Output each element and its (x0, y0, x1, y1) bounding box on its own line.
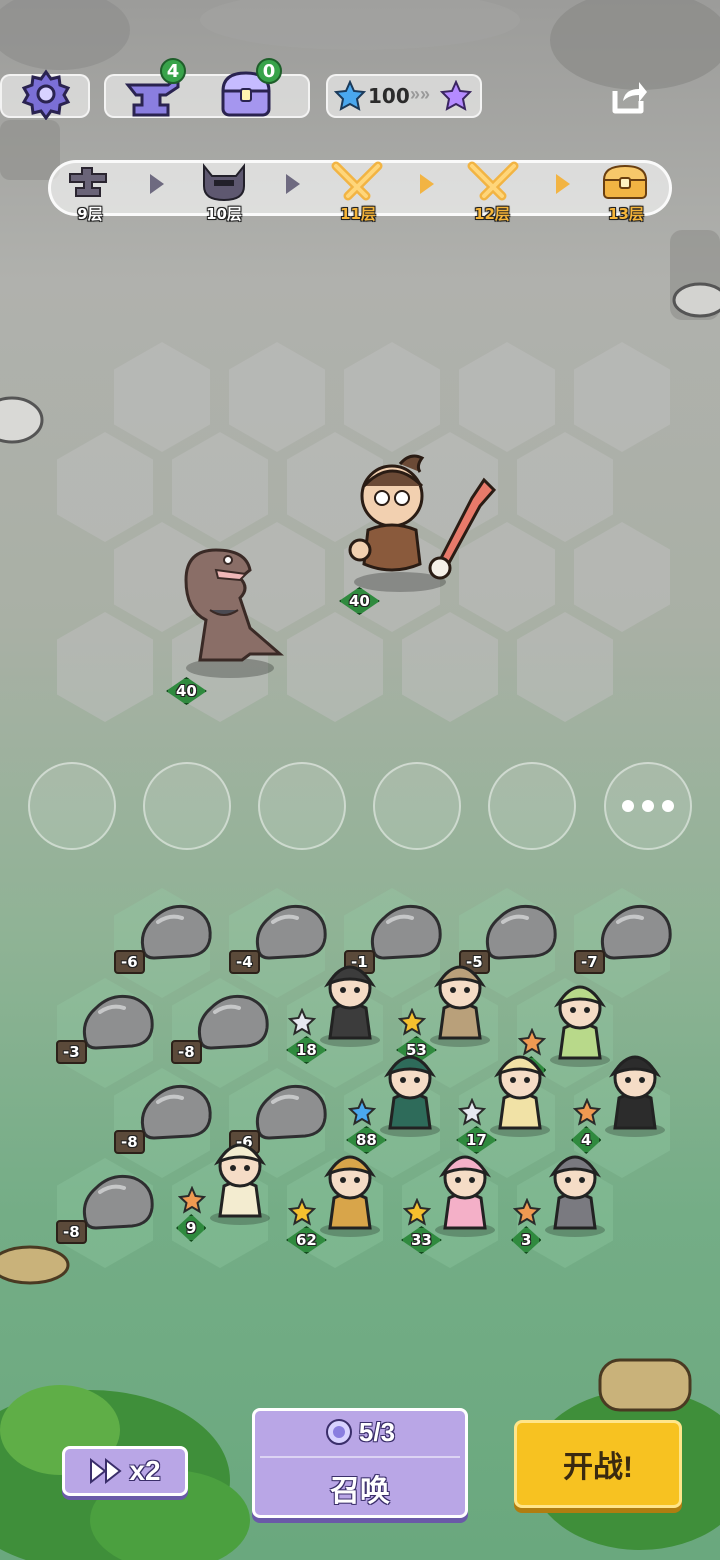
floor-10-helmet-icon (203, 163, 245, 202)
bench-slot[interactable] (143, 762, 231, 850)
arrow-right-icon (556, 174, 570, 194)
speed-button[interactable]: x2 (62, 1446, 188, 1496)
unit-star-icon (288, 1008, 316, 1036)
bench-slot[interactable] (488, 762, 576, 850)
rock-obstacle[interactable] (78, 990, 158, 1060)
unit-star-icon (178, 1186, 206, 1214)
share-icon (612, 82, 647, 114)
unit-star-icon (458, 1098, 486, 1126)
arrows-icon: »» (410, 84, 431, 104)
enemy-caveman[interactable] (340, 450, 500, 595)
blue-star-icon (334, 80, 366, 111)
floor-label-13: 13层 (608, 205, 644, 223)
summon-count: 5/3 (358, 1416, 396, 1447)
unit-star-icon (513, 1198, 541, 1226)
unit-star-icon (403, 1198, 431, 1226)
chest-count-badge: 0 (256, 58, 282, 84)
enemy-dinosaur[interactable] (170, 540, 290, 680)
battle-label: 开战! (563, 1451, 633, 1484)
floor-13-chest-icon (602, 164, 648, 199)
more-dots-icon (622, 800, 674, 812)
floor-label-10: 10层 (206, 205, 242, 223)
rock-value-badge: -3 (56, 1040, 87, 1064)
anvil-count-badge: 4 (160, 58, 186, 84)
bench-slot[interactable] (373, 762, 461, 850)
rock-value-badge: -8 (114, 1130, 145, 1154)
summon-label: 召唤 (330, 1474, 390, 1508)
gear-icon (21, 69, 71, 120)
rock-obstacle[interactable] (596, 900, 676, 970)
unit-star-icon (573, 1098, 601, 1126)
rock-obstacle[interactable] (78, 1170, 158, 1240)
purple-star-icon (440, 80, 472, 111)
star-value: 100 (368, 84, 410, 108)
fast-forward-icon (90, 1458, 123, 1484)
divider (260, 1455, 460, 1458)
floor-label-11: 11层 (340, 205, 376, 223)
rock-obstacle[interactable] (193, 990, 273, 1060)
rock-value-badge: -4 (229, 950, 260, 974)
speed-label: x2 (129, 1455, 161, 1486)
arrow-right-icon (286, 174, 300, 194)
battle-button[interactable]: 开战! (514, 1420, 682, 1508)
rock-obstacle[interactable] (136, 900, 216, 970)
summon-orb-icon (325, 1419, 352, 1445)
arrow-right-icon (420, 174, 434, 194)
rock-value-badge: -8 (56, 1220, 87, 1244)
floor-label-12: 12层 (474, 205, 510, 223)
floor-11-swords-icon (331, 161, 383, 201)
rock-value-badge: -8 (171, 1040, 202, 1064)
summon-button[interactable]: 5/3 召唤 (252, 1408, 468, 1518)
floor-12-swords-icon (467, 161, 519, 201)
floor-9-icon (69, 167, 107, 197)
bench-slot[interactable] (28, 762, 116, 850)
rock-value-badge: -6 (114, 950, 145, 974)
unit-star-icon (288, 1198, 316, 1226)
floor-label-9: 9层 (77, 205, 103, 223)
share-button[interactable] (604, 74, 654, 120)
unit-star-icon (398, 1008, 426, 1036)
settings-button[interactable] (18, 66, 74, 122)
bench-more-slot[interactable] (604, 762, 692, 850)
bench-slot[interactable] (258, 762, 346, 850)
unit-star-icon (348, 1098, 376, 1126)
arrow-right-icon (150, 174, 164, 194)
